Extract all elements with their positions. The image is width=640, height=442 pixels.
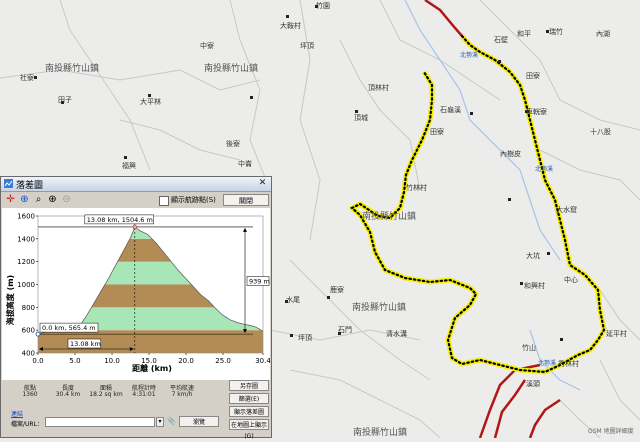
elevation-profile-window[interactable]: 落差圖 ✕ ✛ ⊕ ⌕ ⊕ ⊖ 顯示航跡點(S) 關閉 1600 1400 1200… [0, 176, 272, 440]
place-label: 田寮 [430, 128, 444, 136]
track-stats: 航點 長度 面積 航程計時 平均航速 1360 30.4 km 18.2 sq … [11, 383, 201, 407]
window-title: 落差圖 [16, 181, 44, 191]
place-label: 頂林村 [368, 84, 389, 92]
place-label: 車輄寮 [526, 108, 547, 116]
x-tick-label: 20.0 [178, 357, 194, 365]
stat-value: 1360 [22, 391, 38, 398]
stat-value: 7 km/h [171, 391, 193, 398]
y-axis-label: 海拔高度 (m) [5, 275, 15, 325]
place-label: 和興村 [524, 282, 545, 290]
y-tick-label: 600 [22, 327, 35, 335]
place-label: 坪頂 [298, 334, 312, 342]
file-url-input[interactable] [45, 417, 155, 427]
lasso-icon[interactable]: ⌕ [32, 194, 45, 206]
y-tick-label: 1400 [17, 235, 35, 243]
place-label: 中寮 [200, 42, 214, 50]
y-tick-label: 1200 [17, 258, 35, 266]
river-label: 北勢溪 [535, 166, 554, 173]
place-label: 石龜溪 [440, 106, 461, 114]
x-tick-label: 10.0 [104, 357, 120, 365]
place-label: 大水窟 [556, 206, 577, 214]
place-label: 鹿寮 [330, 286, 344, 294]
admin-label: 南投縣竹山鎮 [45, 64, 100, 74]
max-annotation: 13.08 km, 1504.6 m [87, 216, 153, 224]
place-label: 和平 [517, 30, 531, 38]
paperclip-icon[interactable]: 📎 [167, 416, 177, 426]
place-label: 大鞍村 [280, 22, 301, 30]
place-label: 後寮 [226, 140, 240, 148]
min-annotation: 0.0 km, 565.4 m [42, 324, 96, 332]
show-trackpoints-checkbox[interactable] [159, 196, 169, 206]
show-profile-button[interactable]: 顯示落差圖(D) [229, 406, 269, 427]
chevron-down-icon[interactable]: ▾ [156, 417, 164, 427]
x-tick-label: 30.4 [255, 357, 270, 365]
filter-button[interactable]: 篩選(E) [229, 393, 269, 404]
place-label: 大坑 [526, 252, 540, 260]
x-axis-label: 距離 (km) [132, 363, 172, 373]
min-marker [35, 331, 41, 337]
river-label: 北勢溪 [460, 52, 479, 59]
place-label: 福興 [122, 162, 136, 170]
map-watermark: OSM 地圖詳細度 [588, 428, 634, 435]
place-label: 石壁 [494, 36, 508, 44]
stat-value: 4:31:01 [132, 391, 156, 398]
height-annotation: 939 m [249, 278, 270, 286]
place-label: 社寮 [20, 74, 34, 82]
profile-toolbar: ✛ ⊕ ⌕ ⊕ ⊖ 顯示航跡點(S) 關閉 [1, 192, 271, 208]
place-label: 田子 [58, 96, 72, 104]
y-tick-label: 1600 [17, 213, 35, 221]
place-label: 延平村 [606, 330, 627, 338]
stat-value: 18.2 sq km [89, 391, 123, 398]
browse-button[interactable]: 瀏覽 [179, 416, 219, 427]
admin-label: 南投縣竹山鎮 [362, 212, 417, 222]
place-label: 十八股 [590, 128, 611, 136]
place-label: 石門 [338, 326, 352, 334]
link-label[interactable]: 連結 [11, 409, 23, 418]
place-label: 竹園 [316, 2, 330, 10]
place-label: 竹林村 [406, 184, 427, 192]
crosshair-icon[interactable]: ✛ [4, 194, 17, 206]
stat-value: 30.4 km [55, 391, 81, 398]
show-trackpoints-label: 顯示航跡點(S) [171, 196, 216, 204]
place-label: 竹山 [522, 344, 536, 352]
place-label: 清水溝 [386, 330, 407, 338]
show-on-map-button[interactable]: 在地圖上顯示(G) [229, 419, 269, 440]
place-label: 坪頂 [300, 42, 314, 50]
y-tick-label: 1000 [17, 281, 35, 289]
place-label: 內樹皮 [500, 150, 521, 158]
max-marker [132, 224, 137, 229]
place-label: 頂城 [354, 114, 368, 122]
place-label: 水尾 [286, 296, 300, 304]
place-label: 內湖 [596, 30, 610, 38]
admin-label: 南投縣竹山鎮 [204, 64, 259, 74]
river-label: 北勢溪 [538, 360, 557, 367]
crosshair-blue-icon[interactable]: ⊕ [18, 194, 31, 206]
place-label: 溪頭 [526, 380, 540, 388]
close-button[interactable]: 關閉 [223, 194, 269, 206]
place-label: 秀林村 [558, 360, 579, 368]
place-label: 大平林 [140, 98, 161, 106]
place-label: 瑞竹 [549, 28, 563, 36]
zoom-out-icon[interactable]: ⊖ [60, 194, 73, 206]
file-url-label: 檔案/URL： [11, 421, 43, 428]
save-image-button[interactable]: 另存圖 [229, 380, 269, 391]
y-tick-label: 800 [22, 304, 35, 312]
window-titlebar[interactable]: 落差圖 ✕ [1, 177, 271, 192]
app-icon [4, 179, 13, 188]
x-tick-label: 5.0 [69, 357, 80, 365]
place-label: 中心 [564, 276, 578, 284]
x-tick-label: 25.0 [215, 357, 231, 365]
admin-label: 南投縣竹山鎮 [353, 428, 408, 438]
place-label: 田寮 [526, 72, 540, 80]
place-label: 中崙 [238, 160, 252, 168]
close-icon[interactable]: ✕ [257, 178, 268, 189]
span-annotation: 13.08 km [70, 340, 101, 348]
admin-label: 南投縣竹山鎮 [352, 303, 407, 313]
elevation-chart[interactable]: 1600140012001000800600400 0.0 5.0 10.0 15.0… [2, 208, 270, 380]
x-tick-label: 0.0 [32, 357, 43, 365]
zoom-in-icon[interactable]: ⊕ [46, 194, 59, 206]
